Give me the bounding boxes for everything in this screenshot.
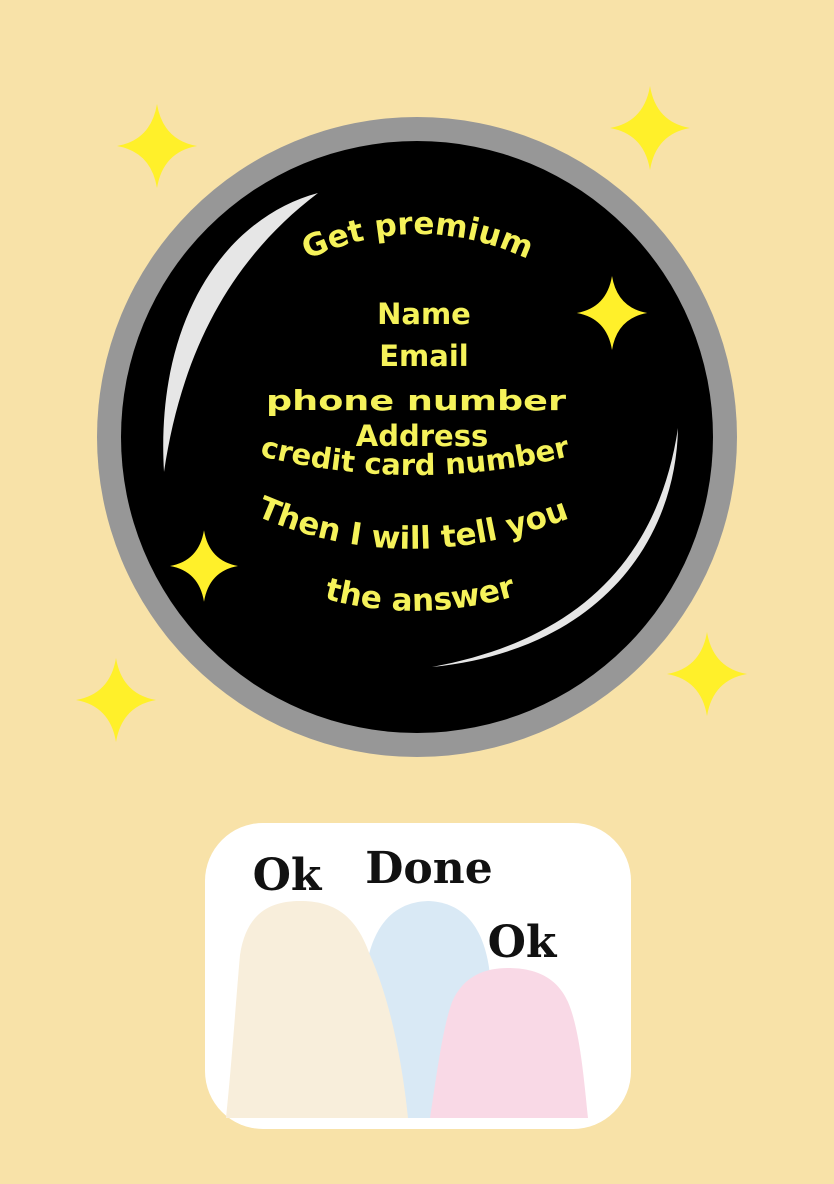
reply-right: Ok [488,917,558,968]
crystal-ball: Get premium Name Email phone number Addr… [97,117,737,757]
reply-left: Ok [253,850,323,901]
field-email: Email [379,339,468,373]
illustration: Get premium Name Email phone number Addr… [0,0,834,1184]
audience-panel: Ok Done Ok [205,823,631,1129]
field-name: Name [377,297,471,331]
field-phone-number: phone number [266,384,566,417]
illustration-canvas: Get premium Name Email phone number Addr… [0,0,834,1184]
reply-middle: Done [365,843,493,894]
